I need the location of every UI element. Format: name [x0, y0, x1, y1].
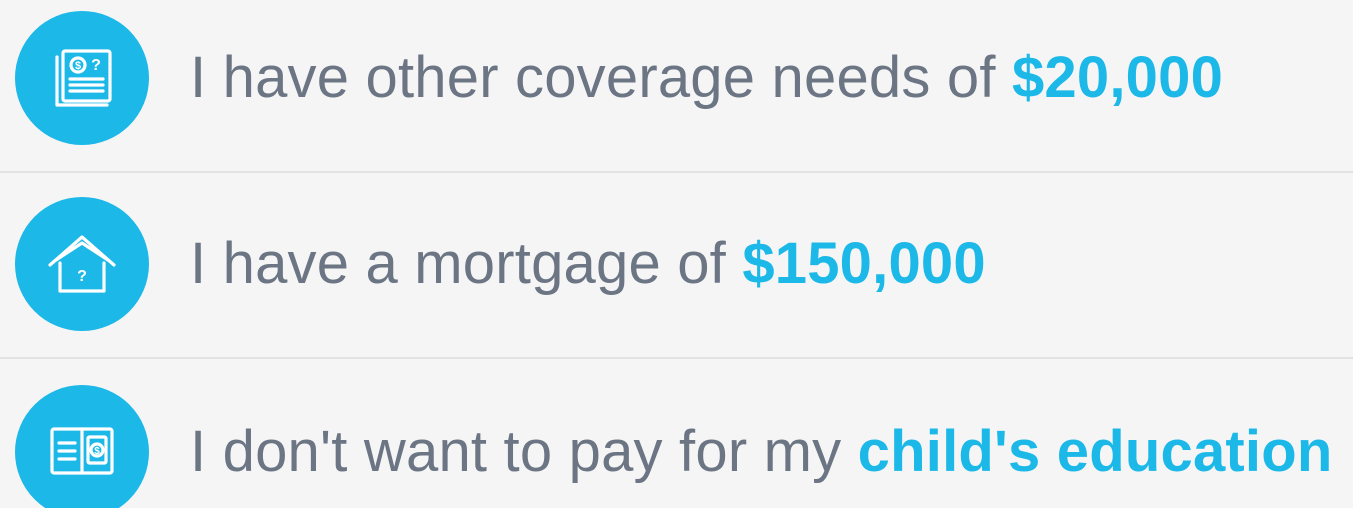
svg-text:$: $: [75, 60, 81, 72]
item-text: I have other coverage needs of $20,000: [190, 43, 1223, 113]
book-dollar-icon: $: [15, 385, 149, 508]
svg-text:?: ?: [91, 57, 101, 74]
item-highlight: child's education: [857, 419, 1333, 484]
item-amount: $150,000: [742, 231, 986, 296]
item-prefix: I have other coverage needs of: [190, 45, 1012, 110]
svg-text:?: ?: [77, 268, 87, 285]
item-prefix: I don't want to pay for my: [190, 419, 858, 484]
list-item-mortgage[interactable]: ? I have a mortgage of $150,000: [0, 172, 1353, 358]
item-amount: $20,000: [1011, 45, 1224, 110]
list-item-other-coverage[interactable]: $ ? I have other coverage needs of $20,0…: [0, 0, 1353, 172]
item-prefix: I have a mortgage of: [190, 231, 743, 296]
list-item-child-education[interactable]: $ I don't want to pay for my child's edu…: [0, 358, 1353, 508]
receipt-dollar-question-icon: $ ?: [15, 11, 149, 145]
house-question-icon: ?: [15, 197, 149, 331]
svg-text:$: $: [94, 446, 100, 457]
item-text: I don't want to pay for my child's educa…: [190, 417, 1333, 487]
coverage-needs-list: $ ? I have other coverage needs of $20,0…: [0, 0, 1353, 508]
item-text: I have a mortgage of $150,000: [190, 229, 986, 299]
